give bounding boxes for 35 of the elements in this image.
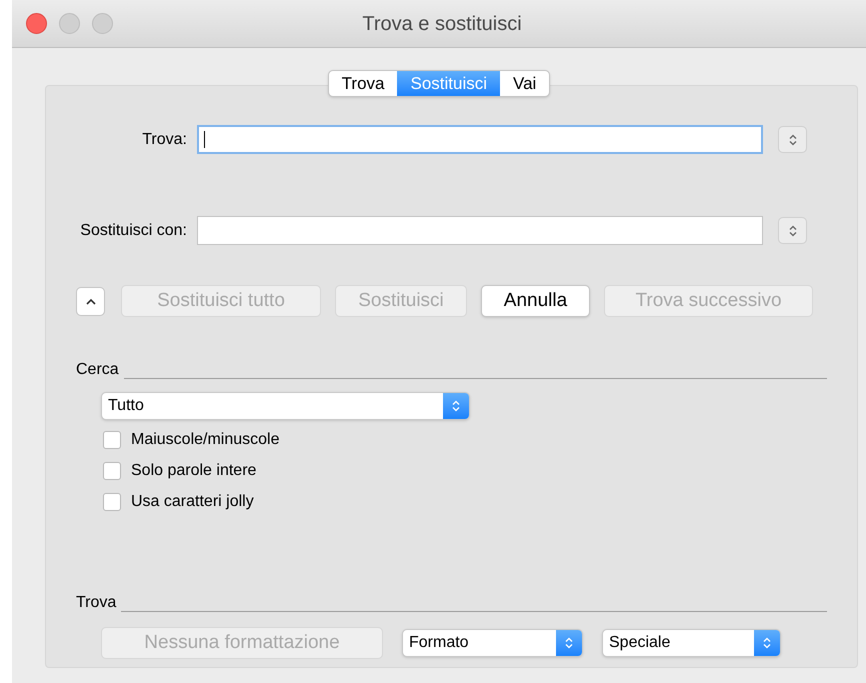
tab[interactable]: Vai: [500, 71, 550, 96]
popup-menu[interactable]: Tutto: [101, 392, 470, 420]
checkbox[interactable]: [103, 462, 121, 480]
stepper-button[interactable]: [778, 217, 807, 244]
checkbox-label: Usa caratteri jolly: [131, 492, 254, 512]
popup-menu[interactable]: Speciale: [602, 629, 781, 657]
popup-value: Formato: [408, 633, 470, 653]
popup-value: Tutto: [107, 396, 145, 416]
close-icon[interactable]: [26, 13, 47, 34]
up-down-arrows-icon: [763, 637, 771, 649]
checkbox[interactable]: [103, 431, 121, 449]
checkbox[interactable]: [103, 493, 121, 511]
minimize-icon[interactable]: [59, 13, 80, 34]
tab[interactable]: Trova: [328, 71, 398, 96]
text-field[interactable]: [197, 216, 763, 245]
zoom-icon[interactable]: [92, 13, 113, 34]
text-field[interactable]: [197, 125, 763, 154]
section-heading: Trova: [76, 593, 116, 613]
popup-value: Speciale: [608, 633, 672, 653]
popup-menu[interactable]: Formato: [402, 629, 583, 657]
action-button[interactable]: Annulla: [481, 285, 590, 317]
field-label: Sostituisci con:: [79, 220, 188, 240]
window-title: Trova e sostituisci: [362, 12, 522, 36]
checkbox-label: Maiuscole/minuscole: [131, 430, 280, 450]
collapse-button[interactable]: [76, 286, 105, 316]
chevron-up-icon: [86, 298, 96, 304]
text-cursor: [204, 131, 205, 148]
checkbox-label: Solo parole intere: [131, 461, 256, 481]
section-heading: Cerca: [76, 360, 119, 380]
up-down-arrows-icon: [565, 637, 573, 649]
up-down-arrows-icon: [788, 224, 796, 236]
up-down-arrows-icon: [452, 400, 460, 412]
stepper-button[interactable]: [778, 126, 807, 153]
up-down-arrows-icon: [788, 134, 796, 146]
field-label: Trova:: [141, 130, 188, 150]
